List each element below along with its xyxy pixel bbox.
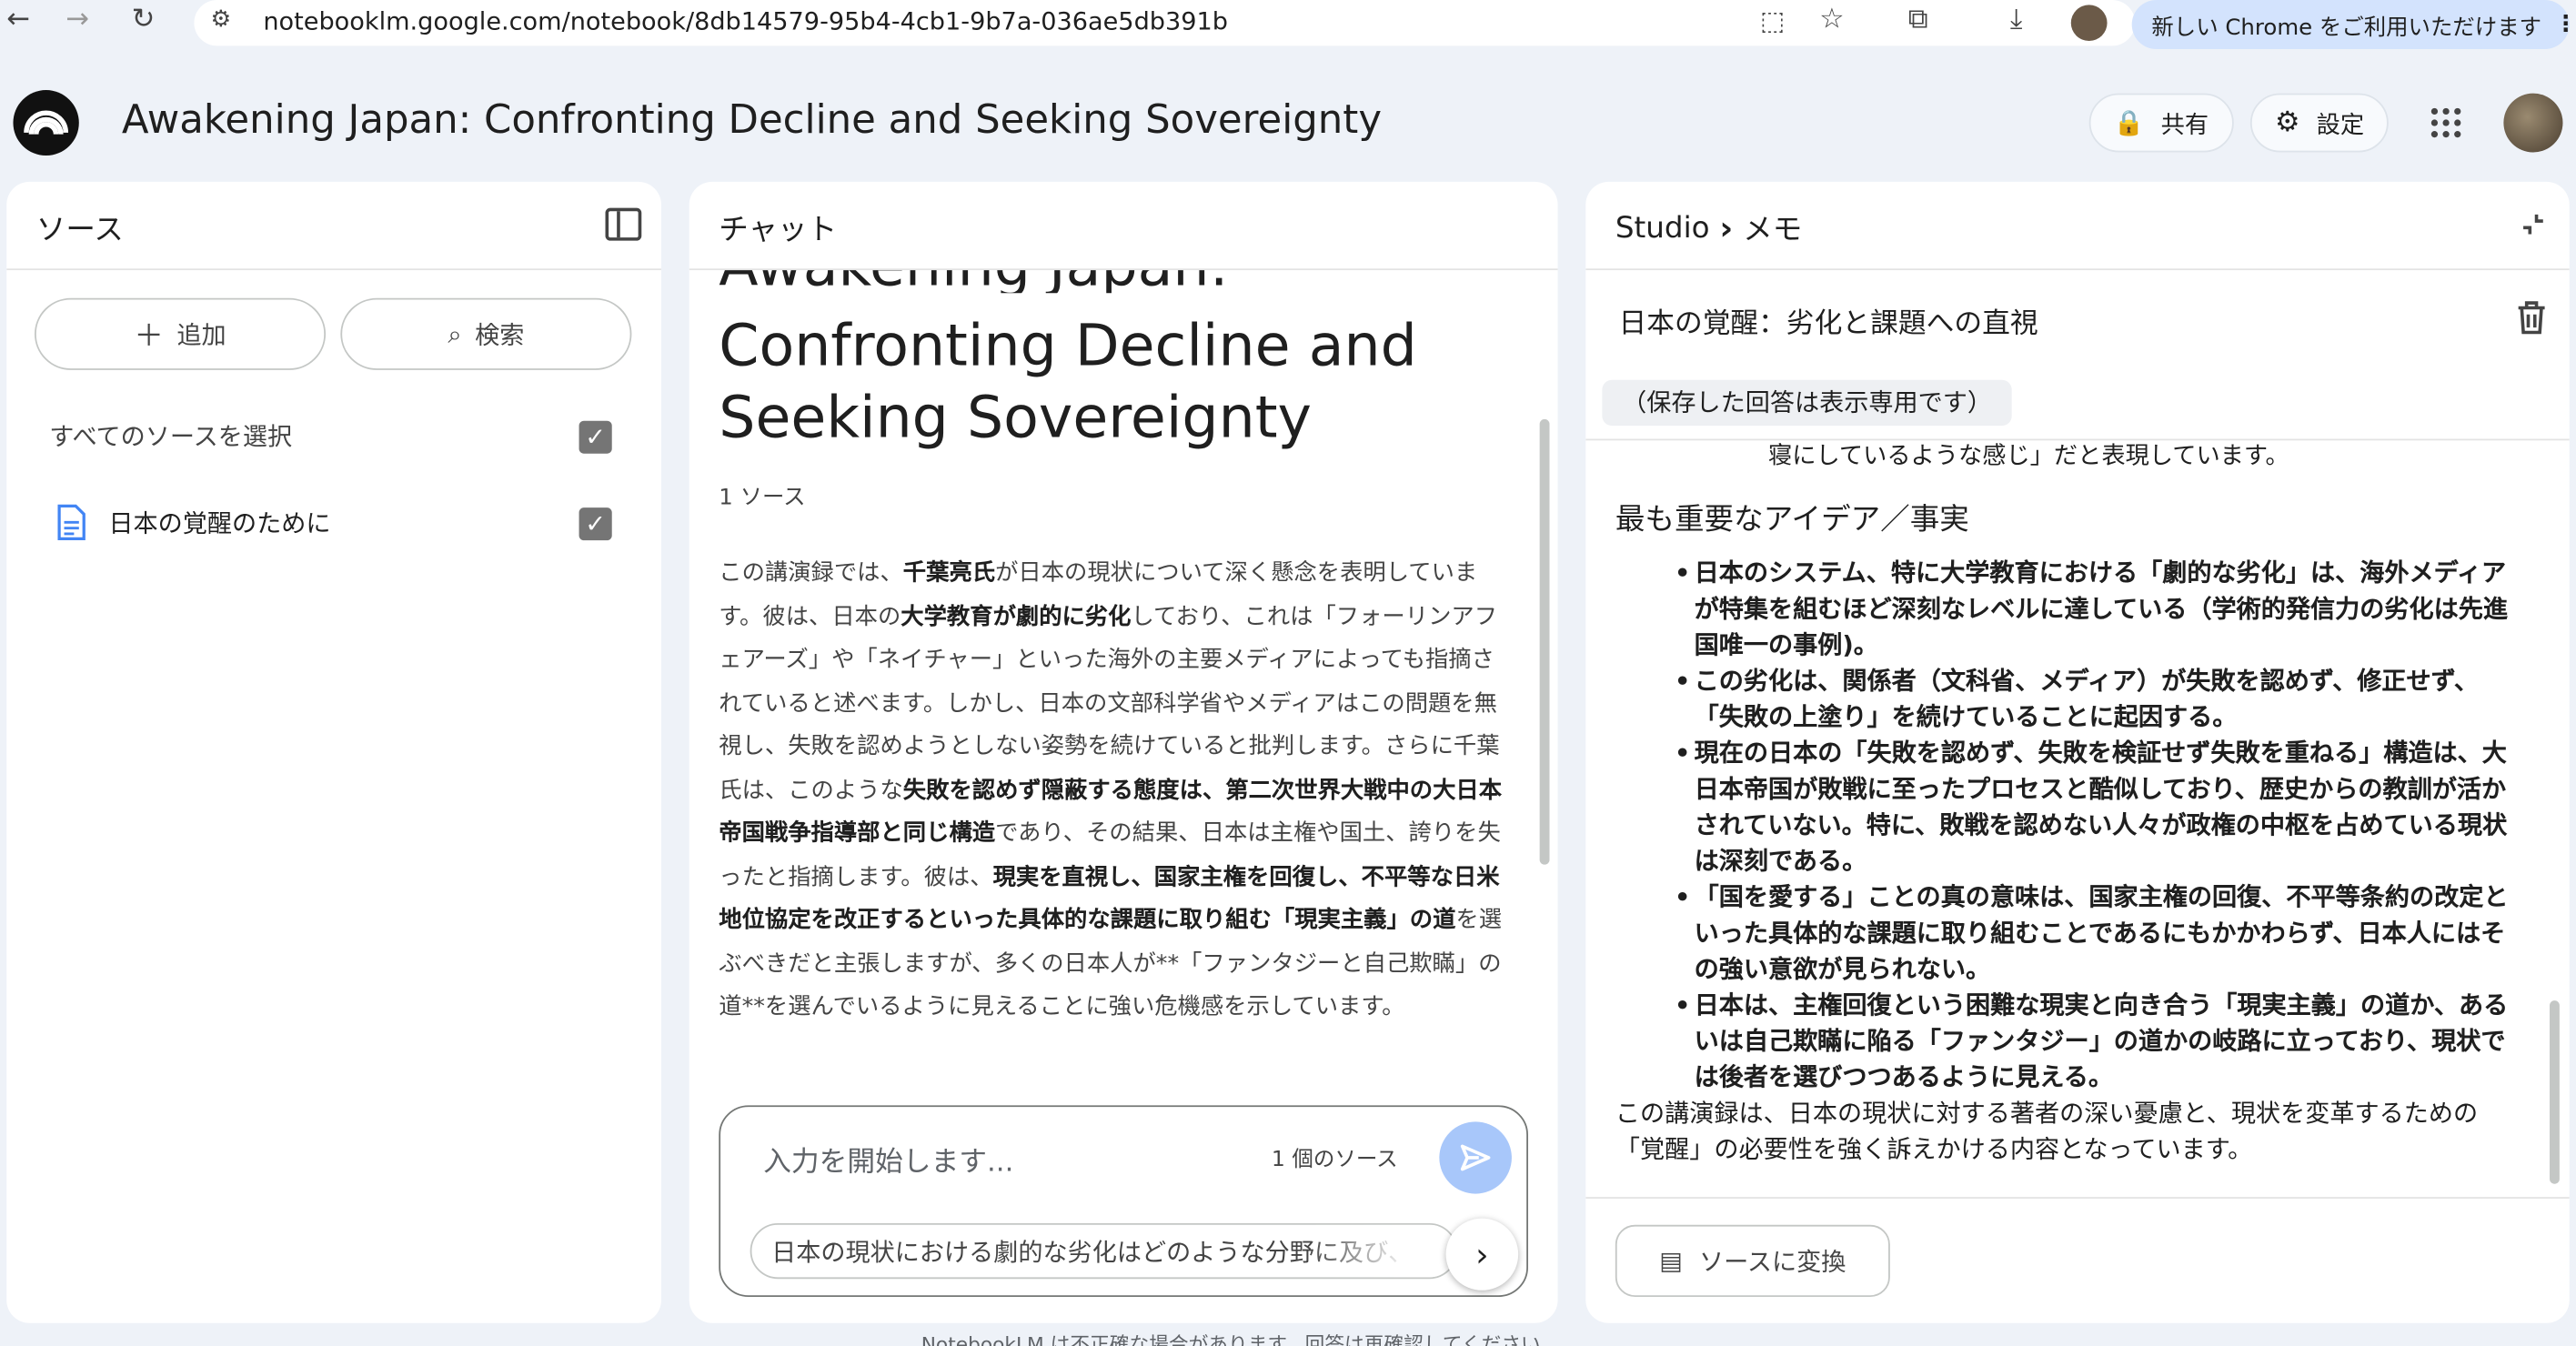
- next-suggestion-button[interactable]: ›: [1445, 1218, 1519, 1291]
- readonly-badge: （保存した回答は表示専用です）: [1602, 379, 2012, 427]
- summary-emphasis: 大学教育が劇的に劣化: [901, 603, 1132, 630]
- conclusion: この講演録は、日本の現状に対する著者の深い憂慮と、現状を変革するための「覚醒」の…: [1615, 1099, 2479, 1165]
- lock-icon: 🔒: [2113, 107, 2145, 138]
- sources-title: ソース: [35, 213, 124, 247]
- more-vert-icon[interactable]: ⋮: [2555, 12, 2576, 38]
- notebook-summary: この講演録では、千葉亮氏が日本の現状について深く懸念を表明しています。彼は、日本…: [719, 552, 1508, 1030]
- list-item: この劣化は、関係者（文科省、メディア）が失敗を認めず、修正せず、「失敗の上塗り」…: [1675, 663, 2511, 735]
- note-title[interactable]: 日本の覚醒：劣化と課題への直視: [1618, 299, 2038, 340]
- section-heading: 最も重要なアイデア／事実: [1615, 502, 1969, 537]
- search-sparkle-icon: ⌕: [448, 319, 462, 349]
- browser-toolbar: ← → ↻ ⚙ notebooklm.google.com/notebook/8…: [0, 0, 2576, 50]
- logo-icon: [24, 110, 69, 135]
- download-icon[interactable]: ⤓: [2010, 4, 2023, 36]
- select-all-checkbox[interactable]: ✓: [579, 420, 612, 454]
- chrome-update-button[interactable]: 新しい Chrome をご利用いただけます ⋮: [2131, 0, 2576, 50]
- convert-label: ソースに変換: [1698, 1247, 1846, 1277]
- send-button[interactable]: [1439, 1121, 1512, 1194]
- chrome-update-label: 新しい Chrome をご利用いただけます: [2151, 15, 2542, 42]
- divider: [1585, 268, 2570, 271]
- document-icon: [55, 504, 86, 541]
- source-item-checkbox[interactable]: ✓: [579, 507, 612, 541]
- gear-icon: ⚙: [2275, 106, 2300, 140]
- reload-icon[interactable]: ↻: [132, 4, 156, 36]
- scrollbar[interactable]: [1539, 418, 1550, 865]
- settings-label: 設定: [2316, 112, 2365, 139]
- settings-button[interactable]: ⚙ 設定: [2249, 93, 2390, 153]
- discover-sources-button[interactable]: ⌕ 検索: [340, 297, 632, 370]
- chat-input[interactable]: 入力を開始します...: [763, 1138, 1013, 1179]
- chevron-right-icon: ›: [1475, 1234, 1489, 1274]
- note-content: 寝にしているような感じ」だと表現しています。 最も重要なアイデア／事実 日本のシ…: [1585, 440, 2569, 1197]
- source-count: 1 ソース: [719, 484, 806, 511]
- collapse-panel-icon[interactable]: [605, 207, 642, 241]
- delete-icon[interactable]: [2515, 299, 2548, 336]
- scrollbar[interactable]: [2550, 1000, 2560, 1184]
- convert-icon: ▤: [1659, 1246, 1683, 1276]
- studio-panel: Studio › メモ 日本の覚醒：劣化と課題への直視 （保存した回答は表示専用…: [1585, 181, 2570, 1323]
- disclaimer: NotebookLM は不正確な場合があります。回答は再確認してください。: [921, 1332, 1561, 1346]
- chat-title: チャット: [719, 213, 838, 247]
- install-icon[interactable]: ⬚: [1760, 5, 1785, 35]
- heading-line-2: Seeking Sovereignty: [719, 386, 1313, 452]
- suggestion-chip[interactable]: 日本の現状における劇的な劣化はどのような分野に及び、それ: [750, 1222, 1458, 1280]
- list-item: 「国を愛する」ことの真の意味は、国家主権の回復、不平等条約の改定といった具体的な…: [1675, 879, 2511, 988]
- select-all-label: すべてのソースを選択: [49, 422, 293, 452]
- plus-icon: ＋: [134, 319, 164, 354]
- convert-to-source-button[interactable]: ▤ ソースに変換: [1615, 1224, 1890, 1297]
- notebook-heading: Confronting Decline and Seeking Sovereig…: [719, 311, 1417, 455]
- bookmark-star-icon[interactable]: ☆: [1819, 4, 1845, 36]
- summary-text: この講演録では、: [719, 559, 903, 587]
- chat-input-box: 入力を開始します... 1 個のソース 日本の現状における劇的な劣化はどのような…: [719, 1105, 1529, 1297]
- heading-line-1: Confronting Decline and: [719, 314, 1417, 380]
- extensions-icon[interactable]: ⧉: [1908, 4, 1928, 36]
- truncated-line: 寝にしているような感じ」だと表現しています。: [1768, 443, 2289, 470]
- chevron-right-icon: ›: [1719, 207, 1734, 247]
- input-source-count: 1 個のソース: [1271, 1148, 1398, 1173]
- add-source-button[interactable]: ＋ 追加: [34, 297, 327, 370]
- divider: [6, 268, 661, 271]
- share-label: 共有: [2160, 112, 2209, 139]
- apps-grid-icon[interactable]: [2430, 106, 2462, 139]
- breadcrumb-studio[interactable]: Studio: [1615, 210, 1710, 245]
- back-icon[interactable]: ←: [6, 4, 30, 36]
- site-info-icon[interactable]: ⚙: [210, 6, 231, 33]
- notebooklm-logo[interactable]: [13, 90, 79, 156]
- list-item: 現在の日本の「失敗を認めず、失敗を検証せず失敗を重ねる」構造は、大日本帝国が敗戦…: [1675, 735, 2511, 879]
- add-label: 追加: [176, 319, 226, 350]
- list-item: 日本は、主権回復という困難な現実と向き合う「現実主義」の道か、あるいは自己欺瞞に…: [1675, 988, 2511, 1096]
- chat-panel: チャット Awakening Japan: Confronting Declin…: [689, 181, 1558, 1323]
- share-button[interactable]: 🔒 共有: [2088, 93, 2234, 153]
- divider: [1585, 1197, 2570, 1199]
- source-item-label[interactable]: 日本の覚醒のために: [108, 506, 330, 540]
- summary-emphasis: 千葉亮氏: [902, 559, 996, 587]
- breadcrumb-memo: メモ: [1743, 213, 1803, 247]
- key-points-list: 日本のシステム、特に大学教育における「劇的な劣化」は、海外メディアが特集を組むほ…: [1675, 555, 2511, 1095]
- notebook-title[interactable]: Awakening Japan: Confronting Decline and…: [122, 96, 1382, 142]
- profile-avatar[interactable]: [2070, 5, 2108, 42]
- search-label: 検索: [475, 319, 525, 350]
- forward-icon[interactable]: →: [65, 4, 89, 36]
- account-avatar[interactable]: [2503, 93, 2563, 153]
- send-icon: [1460, 1144, 1491, 1171]
- breadcrumb: Studio › メモ: [1615, 206, 1802, 249]
- summary-text: しており、これは「フォーリンアフェアーズ」や「ネイチャー」といった海外の主要メデ…: [719, 603, 1500, 804]
- sources-panel: ソース ＋ 追加 ⌕ 検索 すべてのソースを選択 ✓ 日本の覚醒のために ✓: [6, 181, 661, 1323]
- collapse-icon[interactable]: [2517, 208, 2550, 241]
- list-item: 日本のシステム、特に大学教育における「劇的な劣化」は、海外メディアが特集を組むほ…: [1675, 555, 2511, 663]
- heading-overflow: Awakening Japan:: [719, 270, 1524, 293]
- url-text[interactable]: notebooklm.google.com/notebook/8db14579-…: [263, 6, 1228, 35]
